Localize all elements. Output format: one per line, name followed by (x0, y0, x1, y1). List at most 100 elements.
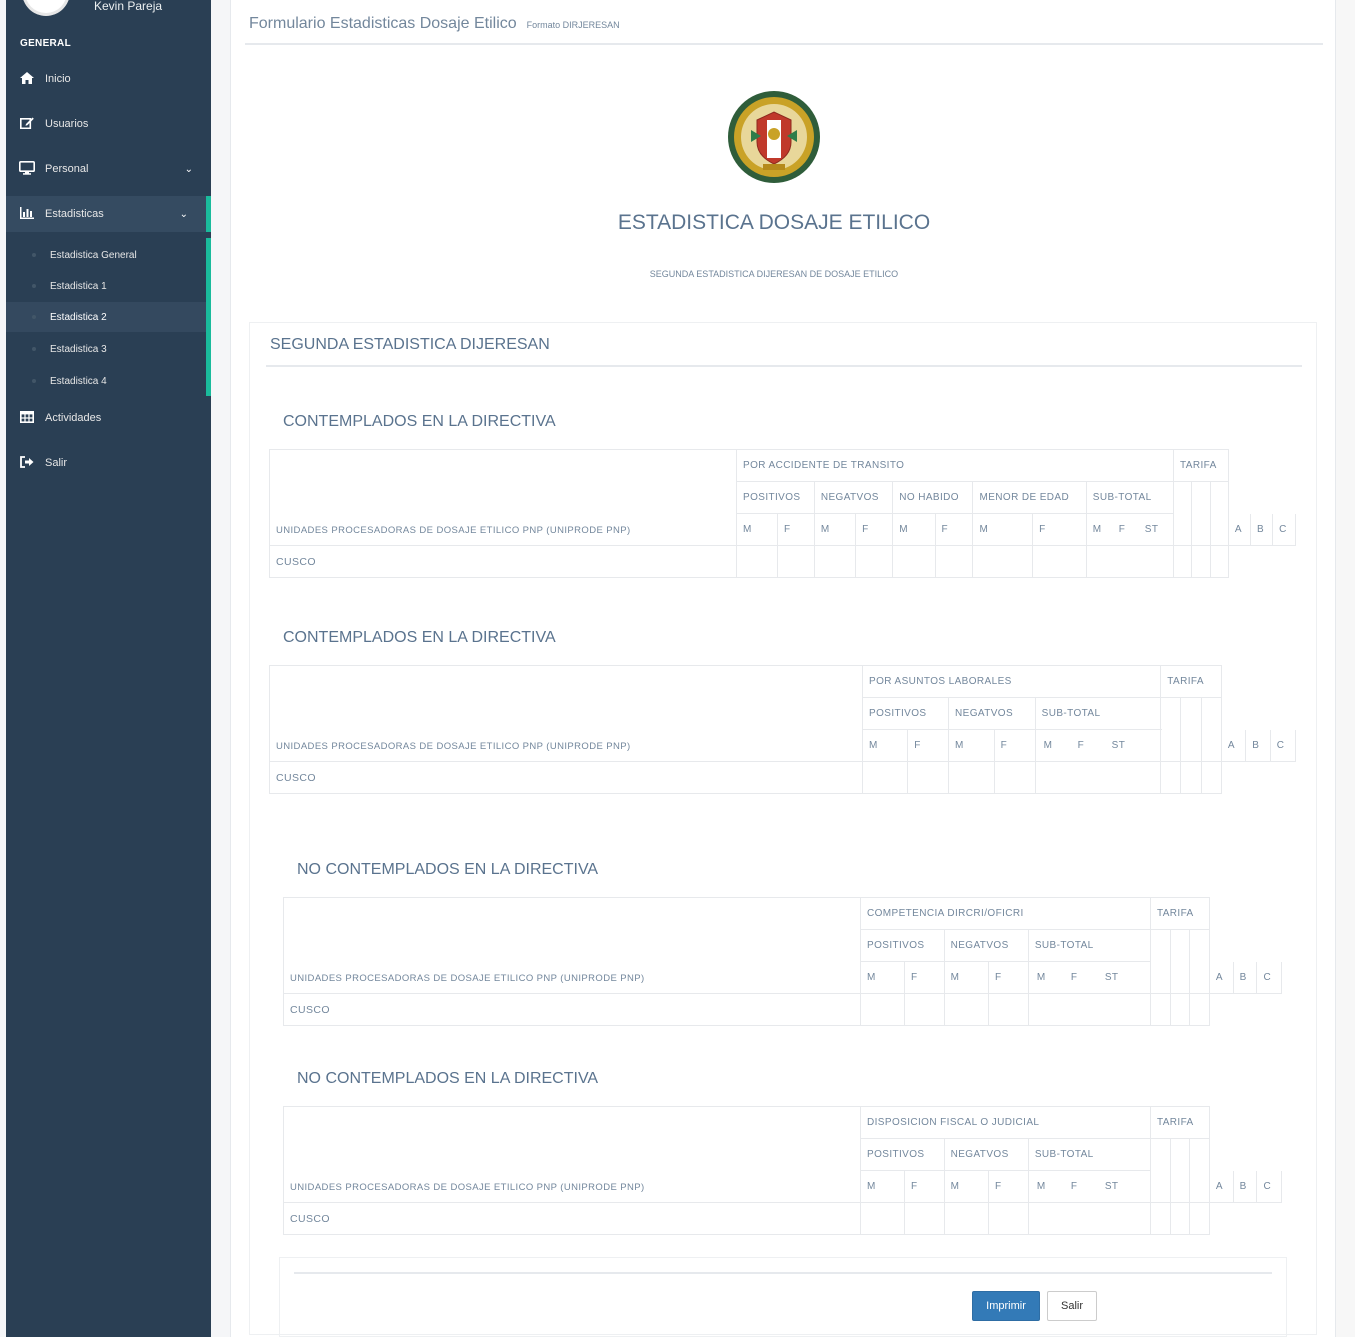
data-cell[interactable] (813, 545, 857, 578)
data-cell[interactable] (987, 993, 1029, 1026)
data-cell[interactable] (943, 993, 989, 1026)
data-cell[interactable] (777, 545, 815, 578)
col-header: F (1077, 740, 1085, 751)
submenu-item-estadistica-3[interactable]: Estadistica 3 (6, 334, 206, 364)
sidebar-item-inicio[interactable]: Inicio (6, 61, 211, 97)
data-cell[interactable] (1085, 545, 1174, 578)
sidebar: Kevin Pareja GENERAL Inicio Usuarios Per… (6, 0, 211, 1337)
col-header: C (1256, 1170, 1282, 1203)
group-header: POR ASUNTOS LABORALES (861, 665, 1162, 698)
col-header: B (1249, 513, 1274, 546)
col-header: F (1032, 513, 1087, 546)
submenu-item-estadistica-2[interactable]: Estadistica 2 (6, 302, 206, 332)
data-cell[interactable] (904, 1202, 945, 1235)
data-cell[interactable] (861, 761, 909, 794)
subgroup-header: NEGATVOS (943, 929, 1029, 962)
data-cell[interactable] (859, 1202, 906, 1235)
data-cell[interactable] (855, 545, 894, 578)
subgroup-header: SUB-TOTAL (1027, 929, 1151, 962)
tarifa-spacer (1160, 697, 1182, 762)
subgroup-header: POSITIVOS (860, 1138, 945, 1171)
data-cell[interactable] (1200, 761, 1222, 794)
chevron-down-icon: ⌄ (179, 208, 188, 220)
subgroup-header: SUB-TOTAL (1027, 1138, 1151, 1171)
data-cell[interactable] (907, 761, 949, 794)
page-subtitle: Formato DIRJERESAN (526, 20, 620, 30)
sidebar-item-actividades[interactable]: Actividades (6, 400, 211, 436)
col-header: ST (1104, 972, 1119, 983)
scrollbar[interactable] (1336, 0, 1355, 1337)
home-icon (19, 71, 35, 87)
units-header: UNIDADES PROCESADORAS DE DOSAJE ETILICO … (283, 1106, 861, 1203)
units-header: UNIDADES PROCESADORAS DE DOSAJE ETILICO … (269, 665, 863, 762)
bullet-icon (32, 347, 36, 351)
submenu-item-label: Estadistica 2 (50, 311, 107, 323)
sidebar-section-title: GENERAL (20, 38, 71, 49)
sidebar-item-estadisticas[interactable]: Estadisticas ⌄ (6, 196, 211, 232)
section-title: CONTEMPLADOS EN LA DIRECTIVA (283, 629, 556, 646)
col-header: M (861, 729, 909, 762)
data-cell[interactable] (1189, 993, 1210, 1026)
divider (245, 43, 1323, 45)
avatar (22, 0, 70, 16)
data-cell[interactable] (1160, 761, 1182, 794)
col-header: F (904, 1170, 945, 1203)
col-header: A (1208, 1170, 1234, 1203)
tarifa-spacer (1189, 1138, 1210, 1203)
data-cell[interactable] (1169, 993, 1191, 1026)
data-cell[interactable] (1172, 545, 1193, 578)
data-cell[interactable] (1149, 1202, 1171, 1235)
data-cell[interactable] (1027, 1202, 1151, 1235)
data-cell[interactable] (1209, 545, 1229, 578)
sidebar-item-personal[interactable]: Personal ⌄ (6, 151, 211, 187)
print-button[interactable]: Imprimir (972, 1291, 1040, 1321)
main-content: Formulario Estadisticas Dosaje Etilico Fo… (230, 0, 1336, 1337)
submenu-item-estadistica-general[interactable]: Estadistica General (6, 240, 206, 270)
data-cell[interactable] (987, 1202, 1029, 1235)
desktop-icon (19, 160, 35, 178)
sidebar-item-label: Salir (45, 457, 68, 469)
col-header: F (907, 729, 949, 762)
data-cell[interactable] (1169, 1202, 1191, 1235)
data-cell[interactable] (948, 761, 995, 794)
data-cell[interactable] (1027, 993, 1151, 1026)
sidebar-item-salir[interactable]: Salir (6, 445, 211, 481)
col-header: M (859, 961, 906, 994)
sidebar-item-usuarios[interactable]: Usuarios (6, 106, 211, 142)
tarifa-header: TARIFA (1149, 897, 1210, 930)
group-header: DISPOSICION FISCAL O JUDICIAL (860, 1106, 1151, 1139)
col-header: F (855, 513, 894, 546)
col-header: M (736, 513, 778, 546)
col-header: F (777, 513, 815, 546)
data-cell[interactable] (1034, 761, 1162, 794)
col-header: ST (1111, 740, 1126, 751)
col-header: M (859, 1170, 906, 1203)
tarifa-spacer (1200, 697, 1222, 762)
data-cell[interactable] (1189, 1202, 1210, 1235)
tarifa-spacer (1169, 1138, 1191, 1203)
sidebar-item-label: Personal (45, 163, 89, 175)
subtotal-cols: M F ST (1034, 729, 1162, 762)
panel-title: SEGUNDA ESTADISTICA DIJERESAN (270, 336, 550, 353)
report-subheading: SEGUNDA ESTADISTICA DIJERESAN DE DOSAJE … (649, 269, 899, 279)
col-header: F (1070, 972, 1078, 983)
section-title: NO CONTEMPLADOS EN LA DIRECTIVA (297, 861, 599, 878)
user-profile[interactable]: Kevin Pareja (16, 0, 206, 16)
data-cell[interactable] (1180, 761, 1202, 794)
edit-icon (19, 116, 35, 132)
data-cell[interactable] (993, 761, 1036, 794)
data-cell[interactable] (859, 993, 906, 1026)
data-cell[interactable] (934, 545, 974, 578)
data-cell[interactable] (1149, 993, 1171, 1026)
data-cell[interactable] (1191, 545, 1211, 578)
data-cell[interactable] (943, 1202, 989, 1235)
data-cell[interactable] (972, 545, 1034, 578)
col-header: F (1070, 1181, 1078, 1192)
data-cell[interactable] (892, 545, 936, 578)
exit-button[interactable]: Salir (1047, 1291, 1097, 1321)
data-cell[interactable] (736, 545, 778, 578)
data-cell[interactable] (1032, 545, 1087, 578)
submenu-item-estadistica-1[interactable]: Estadistica 1 (6, 271, 206, 301)
data-cell[interactable] (904, 993, 945, 1026)
submenu-item-estadistica-4[interactable]: Estadistica 4 (6, 366, 206, 396)
